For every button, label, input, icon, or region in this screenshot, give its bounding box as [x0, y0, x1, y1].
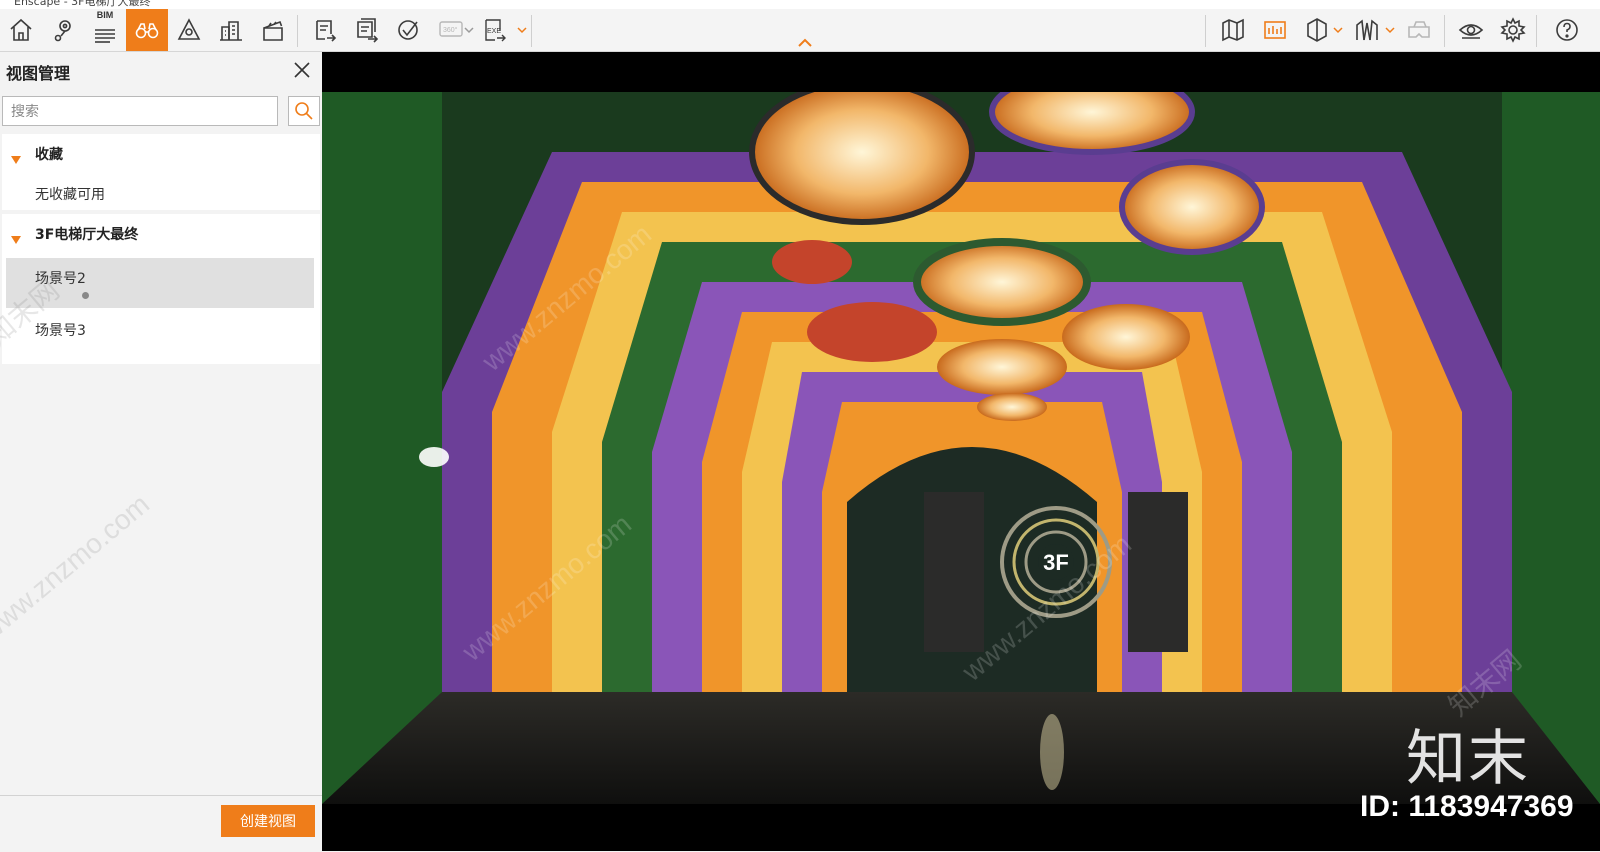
search-input[interactable] — [2, 96, 278, 126]
toolbar-separator — [1205, 15, 1206, 47]
help-icon[interactable] — [1546, 9, 1588, 51]
web-export-icon[interactable] — [388, 9, 430, 51]
bim-label: BIM — [96, 10, 114, 20]
toolbar-separator — [1536, 15, 1537, 47]
panorama-dropdown-chevron-icon[interactable] — [464, 23, 474, 37]
svg-text:EXE: EXE — [487, 28, 501, 35]
group-title: 收藏 — [35, 147, 63, 163]
watermark-id: ID: 1183947369 — [1360, 790, 1574, 823]
empty-favorites-text: 无收藏可用 — [35, 187, 105, 203]
vr-headset-icon[interactable] — [1398, 9, 1440, 51]
expand-triangle-icon — [11, 149, 21, 164]
search-bar — [2, 96, 320, 128]
clapper-icon[interactable] — [252, 9, 294, 51]
svg-text:360°: 360° — [443, 26, 458, 34]
bim-list-icon[interactable]: BIM — [84, 9, 126, 51]
favorites-group-header[interactable]: 收藏 — [2, 134, 320, 174]
window-title-bar: Enscape - 3F电梯厅大最终 — [0, 0, 1600, 9]
group-title: 3F电梯厅大最终 — [35, 227, 139, 243]
asset-library-icon[interactable] — [1254, 9, 1296, 51]
render-scene-image: 3F — [322, 92, 1600, 804]
scene-group-header[interactable]: 3F电梯厅大最终 — [2, 214, 320, 254]
collapse-toolbar-chevron-icon[interactable] — [797, 33, 813, 47]
window-title: Enscape - 3F电梯厅大最终 — [14, 0, 151, 8]
toolbar-separator — [531, 15, 532, 47]
eye-icon[interactable] — [1450, 9, 1492, 51]
buildings-icon[interactable] — [210, 9, 252, 51]
section-icon[interactable] — [1296, 9, 1338, 51]
exe-dropdown-chevron-icon[interactable] — [517, 23, 527, 37]
loading-indicator-icon — [82, 292, 89, 299]
search-icon[interactable] — [288, 96, 320, 126]
binoculars-icon[interactable] — [126, 9, 168, 51]
export-image-icon[interactable] — [304, 9, 346, 51]
exe-export-icon[interactable]: EXE — [474, 9, 516, 51]
view-management-panel: 视图管理 收藏 无收藏可用 3F电梯厅大最终 场景号2 场景号3 — [0, 52, 323, 852]
view-item-label: 场景号3 — [35, 323, 86, 339]
favorites-group: 收藏 无收藏可用 — [2, 134, 320, 210]
toolbar-separator — [1444, 15, 1445, 47]
batch-export-icon[interactable] — [346, 9, 388, 51]
view-item-scene-3[interactable]: 场景号3 — [6, 310, 314, 360]
settings-gear-icon[interactable] — [1492, 9, 1534, 51]
close-icon[interactable] — [292, 60, 312, 80]
map-icon[interactable] — [1212, 9, 1254, 51]
panel-title: 视图管理 — [6, 64, 71, 83]
location-icon[interactable] — [42, 9, 84, 51]
expand-triangle-icon — [11, 229, 21, 244]
walkthrough-dropdown-chevron-icon[interactable] — [1385, 23, 1395, 37]
scene-icon[interactable] — [168, 9, 210, 51]
section-dropdown-chevron-icon[interactable] — [1333, 23, 1343, 37]
toolbar-separator — [297, 15, 298, 47]
create-view-button[interactable]: 创建视图 — [221, 805, 315, 837]
home-icon[interactable] — [0, 9, 42, 51]
panel-footer: 创建视图 — [0, 795, 322, 852]
watermark-text: www.znzmo.com — [0, 488, 156, 647]
watermark-logo: 知末 — [1406, 724, 1530, 794]
walkthrough-icon[interactable] — [1346, 9, 1388, 51]
